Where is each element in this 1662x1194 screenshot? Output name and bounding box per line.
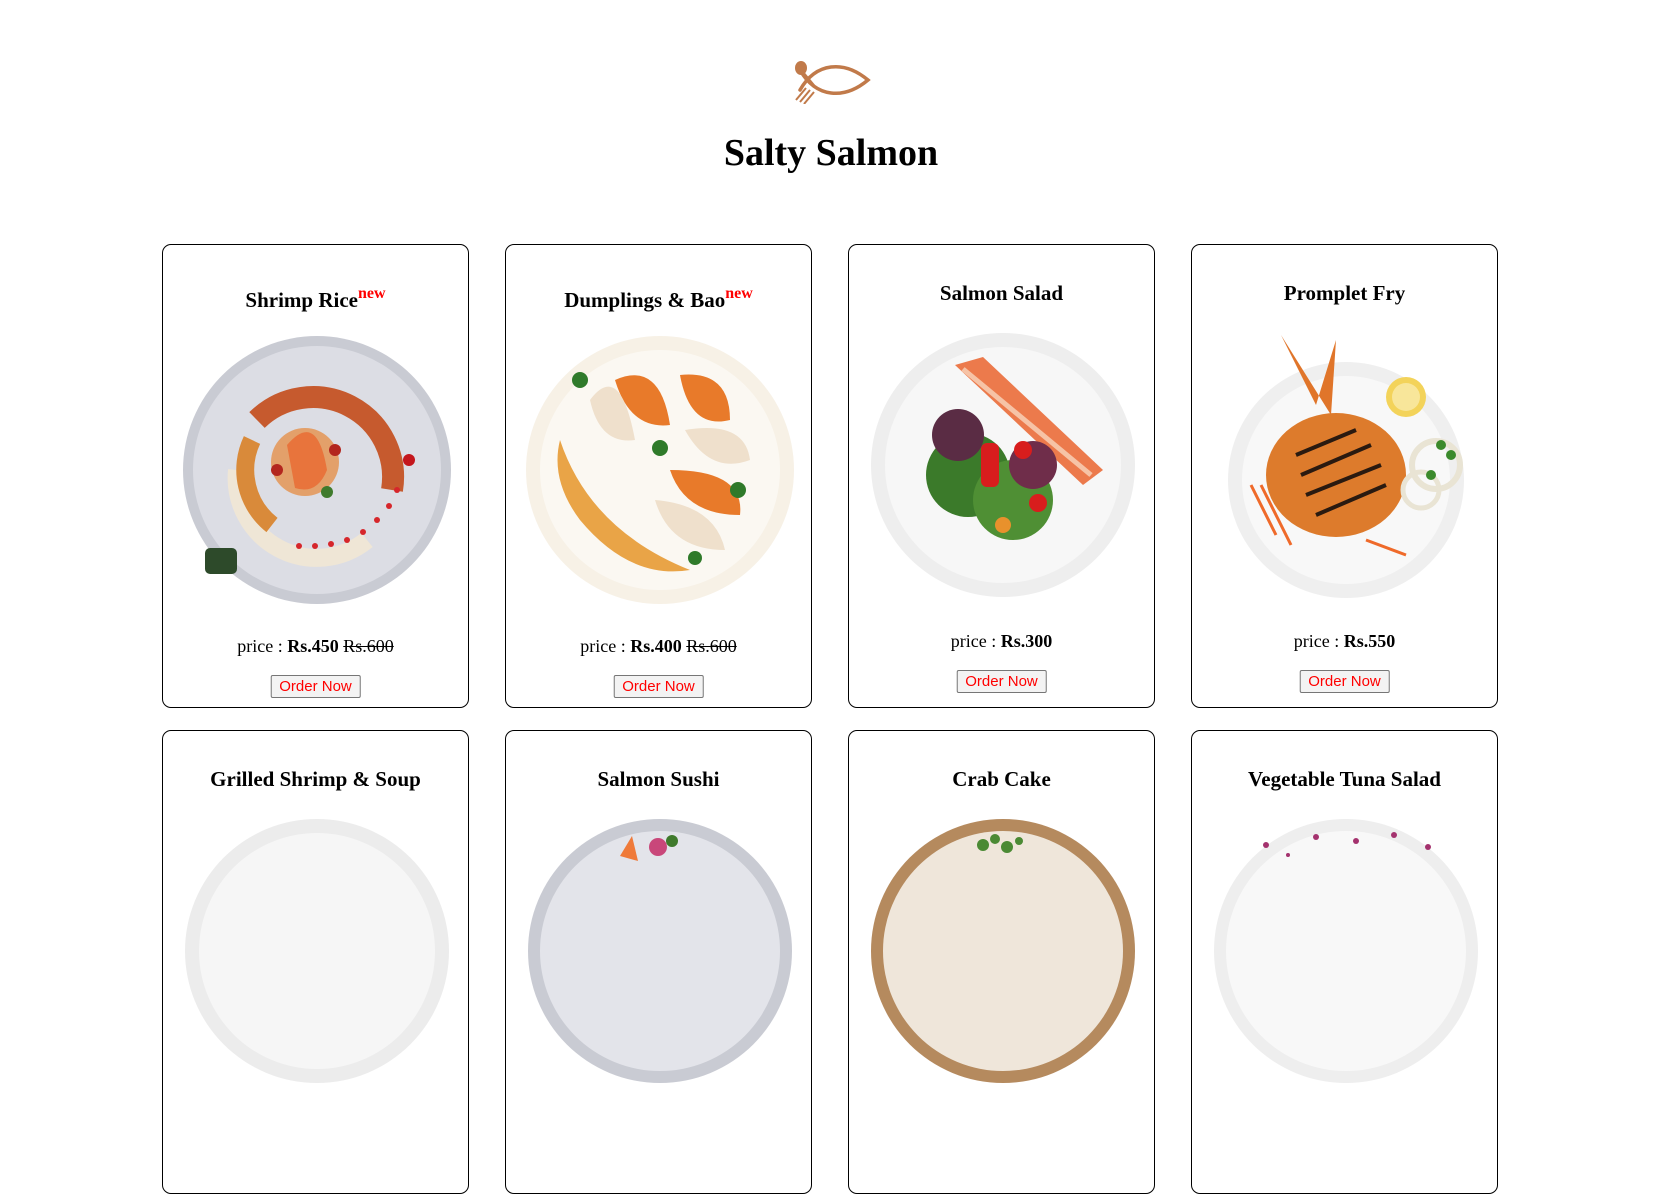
dumplings-bao-image [526, 336, 794, 604]
site-title: Salty Salmon [723, 132, 939, 174]
salmon-sushi-image [528, 819, 792, 1083]
menu-card-shrimp-rice: Shrimp Ricenew price : Rs.450 Rs.600 Ord… [162, 244, 469, 708]
current-price: Rs.450 [287, 636, 339, 656]
current-price: Rs.550 [1343, 631, 1396, 651]
price-label: price : [580, 636, 626, 656]
menu-card-dumplings-bao: Dumplings & Baonew price : Rs.400 Rs.600 [505, 244, 812, 708]
dish-title: Grilled Shrimp & Soup [210, 767, 421, 791]
shrimp-rice-image [183, 336, 451, 604]
dish-title: Vegetable Tuna Salad [1248, 767, 1441, 791]
current-price: Rs.400 [630, 636, 682, 656]
vegetable-tuna-salad-image [1214, 819, 1478, 1083]
price-line: price : Rs.300 [849, 631, 1154, 652]
price-label: price : [950, 631, 997, 651]
price-line: price : Rs.450 Rs.600 [163, 636, 468, 657]
menu-card-grilled-shrimp-soup: Grilled Shrimp & Soup [162, 730, 469, 1194]
order-now-button[interactable]: Order Now [270, 675, 361, 698]
dish-title: Crab Cake [952, 767, 1051, 791]
menu-grid: Shrimp Ricenew price : Rs.450 Rs.600 Ord… [162, 244, 1498, 1194]
menu-card-salmon-salad: Salmon Salad price : Rs.300 Order Now [848, 244, 1155, 708]
menu-card-salmon-sushi: Salmon Sushi [505, 730, 812, 1194]
order-now-button[interactable]: Order Now [613, 675, 704, 698]
new-badge: new [358, 285, 386, 302]
dish-name: Shrimp Rice [245, 288, 358, 312]
dish-title: Salmon Sushi [597, 767, 720, 791]
promplet-fry-image [1228, 335, 1464, 598]
dish-title: Dumplings & Baonew [506, 285, 811, 313]
dish-title: Shrimp Ricenew [163, 285, 468, 313]
dish-name: Dumplings & Bao [564, 288, 726, 312]
menu-card-promplet-fry: Promplet Fry price: Rs.550 Order Now [1191, 244, 1498, 708]
menu-card-vegetable-tuna-salad: Vegetable Tuna Salad [1191, 730, 1498, 1194]
dish-title: Salmon Salad [939, 281, 1064, 305]
current-price: Rs.300 [1000, 631, 1053, 651]
price-label: price : [237, 636, 283, 656]
salmon-salad-image [871, 333, 1135, 597]
fish-fork-spoon-icon [795, 61, 871, 104]
old-price: Rs.600 [686, 636, 737, 656]
order-now-button[interactable]: Order Now [1299, 670, 1390, 693]
crab-cake-image [871, 819, 1135, 1083]
menu-card-crab-cake: Crab Cake [848, 730, 1155, 1194]
new-badge: new [725, 285, 753, 302]
grilled-shrimp-soup-image [185, 819, 449, 1083]
old-price: Rs.600 [343, 636, 394, 656]
price-line: price : Rs.400 Rs.600 [506, 636, 811, 657]
dish-title: Promplet Fry [1283, 281, 1406, 305]
site-header: Salty Salmon [0, 0, 1662, 230]
order-now-button[interactable]: Order Now [956, 670, 1047, 693]
price-label: price : [1293, 631, 1340, 651]
price-line: price : Rs.550 [1192, 631, 1497, 652]
